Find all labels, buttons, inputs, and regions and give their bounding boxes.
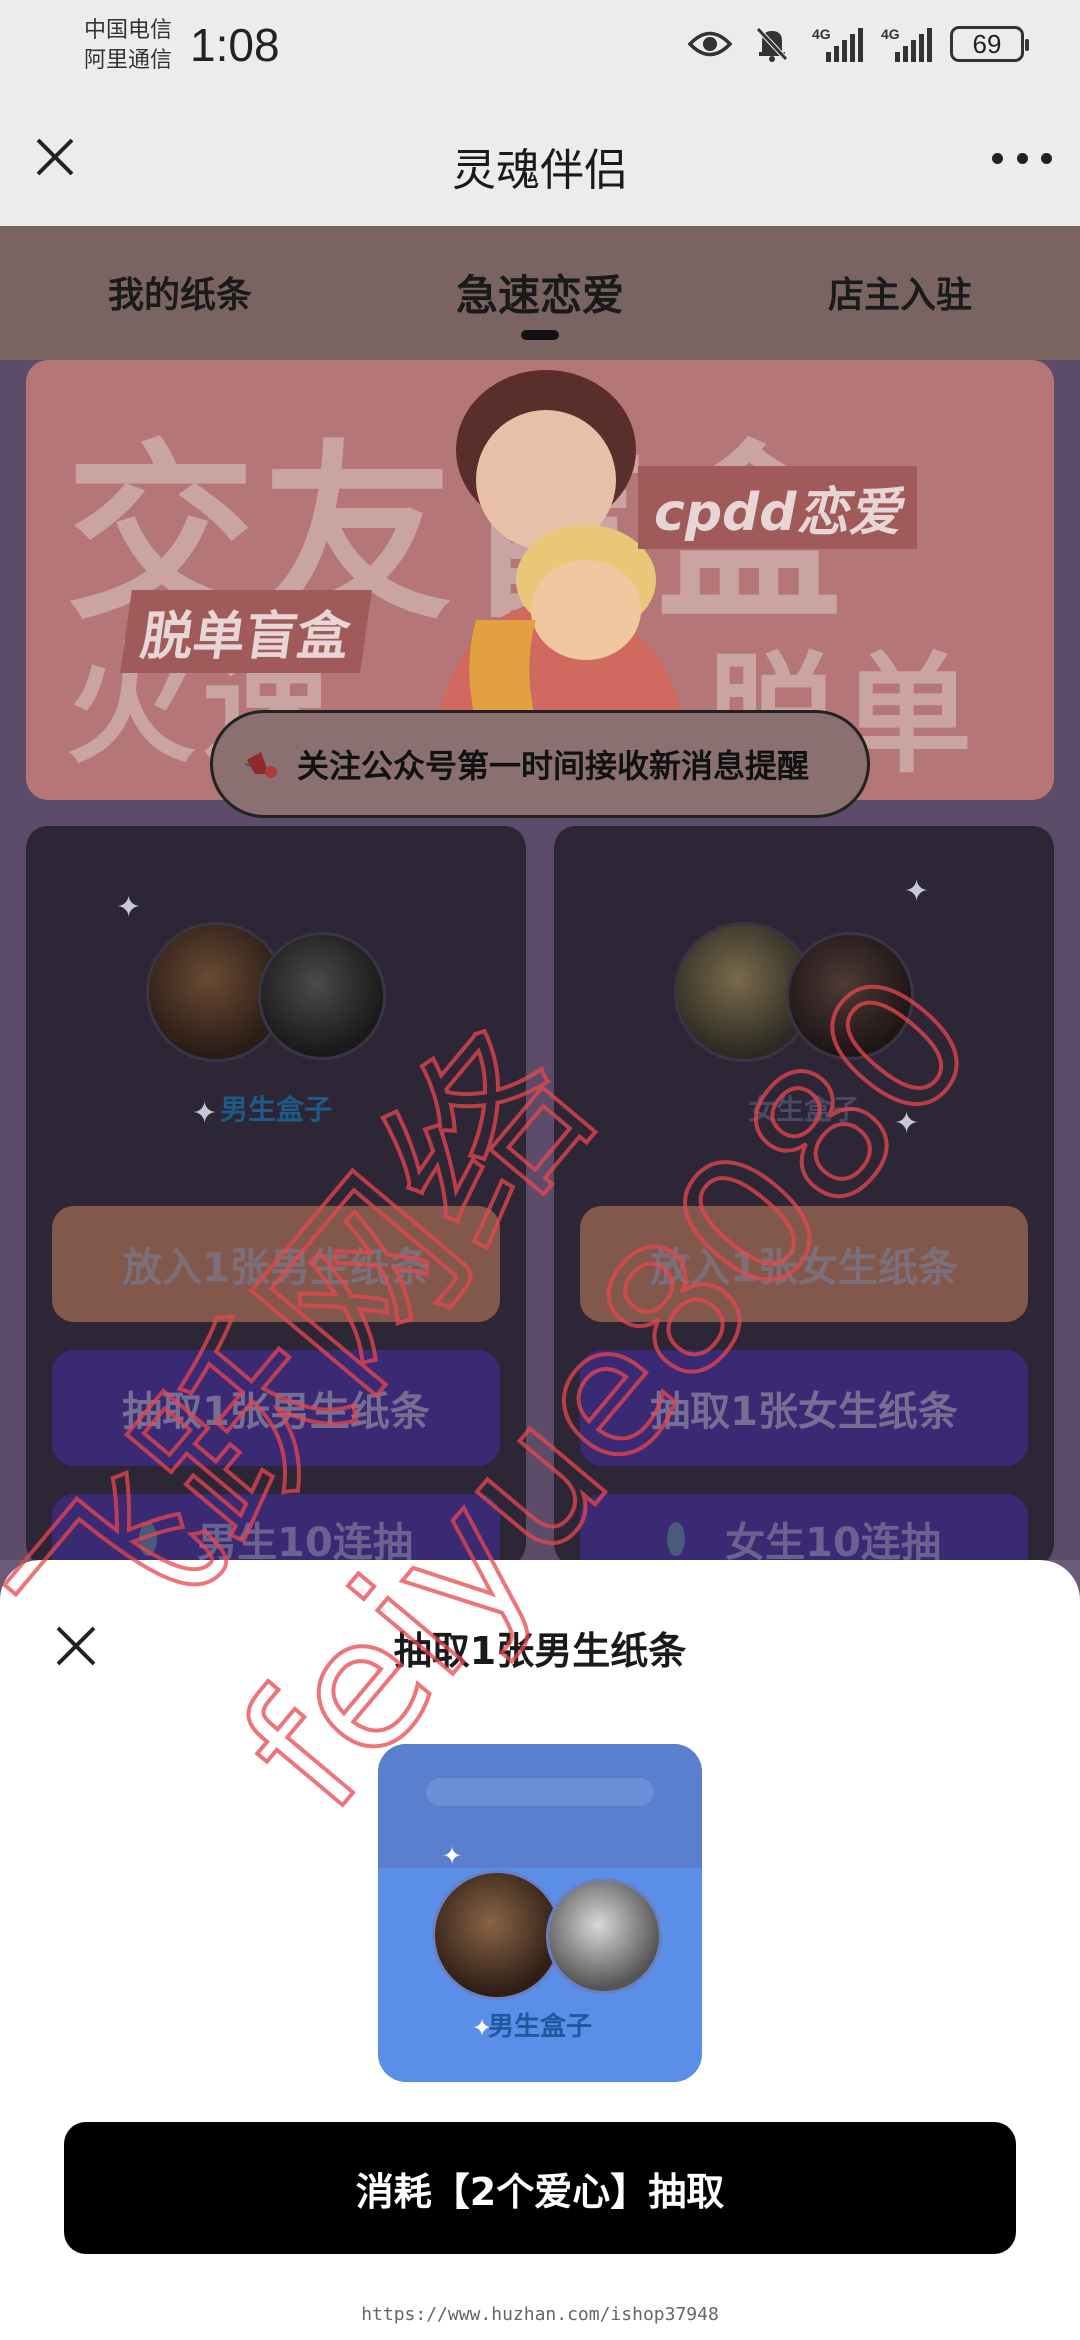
carrier-2: 阿里通信 xyxy=(84,48,173,73)
follow-notice[interactable]: 关注公众号第一时间接收新消息提醒 xyxy=(210,710,870,818)
network-type-tag: 4G xyxy=(812,26,831,42)
follow-notice-text: 关注公众号第一时间接收新消息提醒 xyxy=(297,747,810,785)
tab-label: 我的纸条 xyxy=(107,275,252,316)
footer-url: https://www.huzhan.com/ishop37948 xyxy=(361,2304,719,2325)
avatar xyxy=(786,932,914,1060)
sparkle-icon: ✦ xyxy=(904,874,930,909)
draw-female-note-button[interactable]: 抽取1张女生纸条 xyxy=(580,1350,1028,1466)
box-slot xyxy=(426,1778,654,1806)
title-bar: 灵魂伴侣 xyxy=(0,96,1080,226)
status-time: 1:08 xyxy=(190,19,280,71)
status-bar: 中国电信 阿里通信 1:08 4G 4G 69 xyxy=(0,0,1080,96)
megaphone-icon xyxy=(244,752,277,778)
tab-label: 急速恋爱 xyxy=(455,271,624,320)
coin-icon xyxy=(139,1522,158,1556)
avatar xyxy=(258,932,386,1060)
coin-icon xyxy=(667,1522,686,1556)
put-female-note-button[interactable]: 放入1张女生纸条 xyxy=(580,1206,1028,1322)
signal-icon-2: 4G xyxy=(881,26,932,62)
box-lid xyxy=(378,1744,702,1868)
male-box-label: 男生盒子 xyxy=(219,1093,332,1126)
avatar xyxy=(432,1870,562,2000)
page-title: 灵魂伴侣 xyxy=(452,145,628,196)
status-icons: 4G 4G 69 xyxy=(688,24,1029,64)
battery-icon: 69 xyxy=(950,26,1029,62)
carrier-1: 中国电信 xyxy=(84,18,173,43)
tab-bar: 我的纸条 急速恋爱 店主入驻 xyxy=(0,226,1080,360)
tab-label: 店主入驻 xyxy=(827,275,972,316)
bell-muted-icon xyxy=(750,24,794,64)
sparkle-icon: ✦ xyxy=(116,890,142,925)
more-options-icon[interactable] xyxy=(992,136,1052,180)
banner-tag-right: cpdd恋爱 xyxy=(638,466,917,549)
male-box-card: ✦ ✦ 男生盒子 放入1张男生纸条 抽取1张男生纸条 男生10连抽 xyxy=(26,826,526,1584)
draw-male-note-button[interactable]: 抽取1张男生纸条 xyxy=(52,1350,500,1466)
male-avatars xyxy=(146,922,426,1062)
preview-box-label: 男生盒子 xyxy=(487,2012,592,2042)
put-male-note-button[interactable]: 放入1张男生纸条 xyxy=(52,1206,500,1322)
sparkle-icon: ✦ xyxy=(442,1842,463,1870)
female-avatars xyxy=(674,922,954,1062)
sheet-title: 抽取1张男生纸条 xyxy=(393,1629,687,1673)
eye-icon xyxy=(688,24,732,64)
banner-tag-left: 脱单盲盒 xyxy=(120,590,372,673)
consume-hearts-draw-button[interactable]: 消耗【2个爱心】抽取 xyxy=(64,2122,1016,2254)
network-type-tag-2: 4G xyxy=(881,26,900,42)
female-box-card: ✦ ✦ 女生盒子 放入1张女生纸条 抽取1张女生纸条 女生10连抽 xyxy=(554,826,1054,1584)
female-box-label: 女生盒子 xyxy=(747,1093,860,1126)
active-tab-indicator xyxy=(521,330,559,340)
tab-my-notes[interactable]: 我的纸条 xyxy=(0,226,360,360)
tab-shop-owner[interactable]: 店主入驻 xyxy=(720,226,1080,360)
carrier-info: 中国电信 阿里通信 xyxy=(84,16,172,76)
main-content: 交友盲盒 火速 脱单 脱单盲盒 cpdd恋爱 关注公众号第一时间接收新消息提醒 … xyxy=(0,360,1080,1584)
male-box-preview: ✦ ✦ 男生盒子 xyxy=(378,1744,702,2082)
tab-quick-love[interactable]: 急速恋爱 xyxy=(360,226,720,360)
signal-icon-1: 4G xyxy=(812,26,863,62)
draw-bottom-sheet: 抽取1张男生纸条 ✦ ✦ 男生盒子 消耗【2个爱心】抽取 https://www… xyxy=(0,1560,1080,2340)
avatar xyxy=(546,1878,662,1994)
